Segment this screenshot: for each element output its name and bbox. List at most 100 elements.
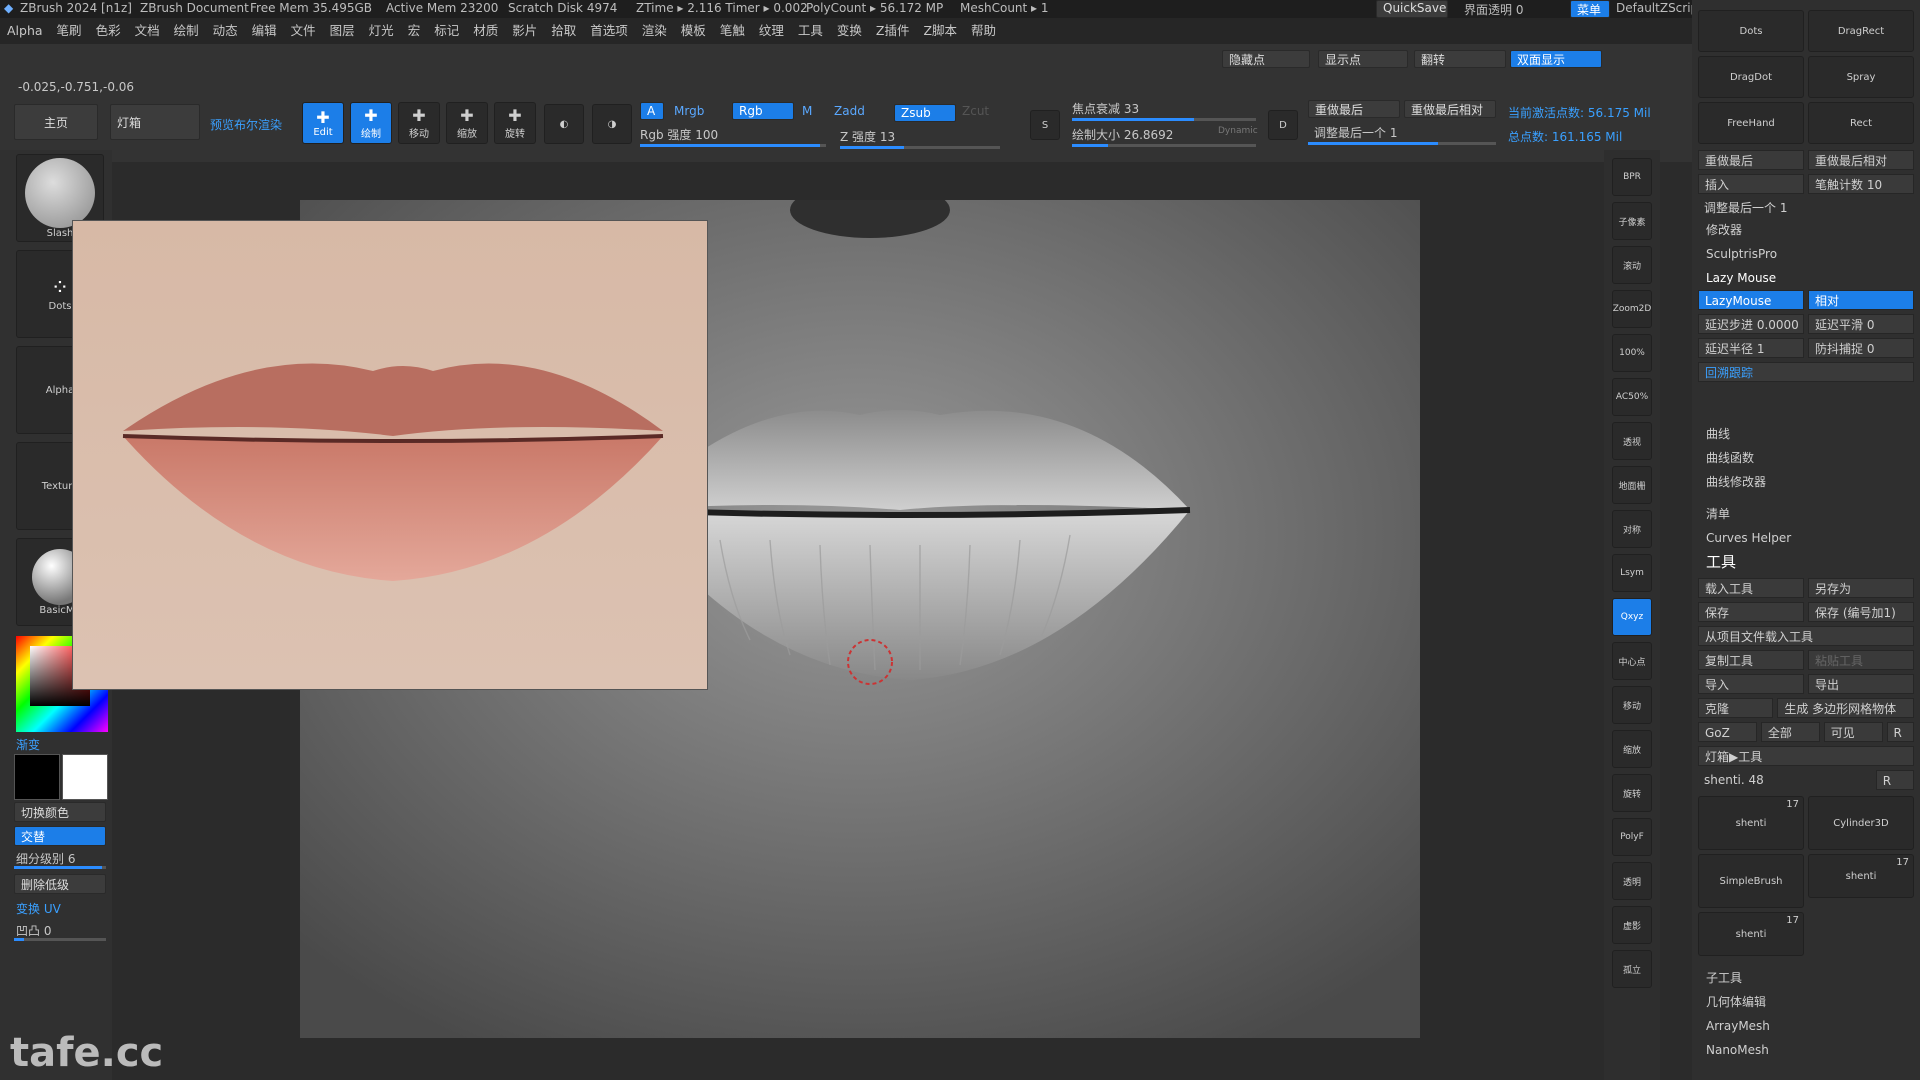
sculptris-pro-section[interactable]: SculptrisPro <box>1692 242 1920 266</box>
menu-item[interactable]: Z脚本 <box>916 18 964 44</box>
menu-item[interactable]: Z插件 <box>869 18 917 44</box>
z-intensity-slider[interactable] <box>840 146 1000 149</box>
tool-edit[interactable]: ✚ Edit <box>302 102 344 144</box>
redo-last-relative-button[interactable]: 重做最后相对 <box>1404 100 1496 118</box>
menu-item[interactable]: 图层 <box>323 18 362 44</box>
rp-redo-relative[interactable]: 重做最后相对 <box>1808 150 1914 170</box>
rp-redo-last[interactable]: 重做最后 <box>1698 150 1804 170</box>
trace-button[interactable]: 回溯跟踪 <box>1698 362 1914 382</box>
rp-adjust-last[interactable]: 调整最后一个 1 <box>1698 198 1914 218</box>
lazy-smooth-slider[interactable]: 延迟平滑 0 <box>1808 314 1914 334</box>
goz-button[interactable]: GoZ <box>1698 722 1757 742</box>
menu-item[interactable]: 首选项 <box>583 18 635 44</box>
curve-functions-section[interactable]: 曲线函数 <box>1692 446 1920 470</box>
redo-last-button[interactable]: 重做最后 <box>1308 100 1400 118</box>
stroke-dots[interactable]: Dots <box>1698 10 1804 52</box>
clone-button[interactable]: 克隆 <box>1698 698 1774 718</box>
menu-button[interactable]: 菜单 <box>1570 0 1610 18</box>
arraymesh-section[interactable]: ArrayMesh <box>1692 1014 1920 1038</box>
adjust-last-slider[interactable] <box>1308 142 1496 145</box>
zsub-button[interactable]: Zsub <box>894 104 956 122</box>
make-polymesh-button[interactable]: 生成 多边形网格物体 <box>1777 698 1914 718</box>
color-swirl-icon[interactable]: ◑ <box>592 104 632 144</box>
nanomesh-section[interactable]: NanoMesh <box>1692 1038 1920 1062</box>
lazy-radius-slider[interactable]: 延迟半径 1 <box>1698 338 1804 358</box>
load-from-project-button[interactable]: 从项目文件载入工具 <box>1698 626 1914 646</box>
shelf-8[interactable]: 对称 <box>1612 510 1652 548</box>
menu-item[interactable]: 编辑 <box>245 18 284 44</box>
lazy-step-slider[interactable]: 延迟步进 0.0000 <box>1698 314 1804 334</box>
copy-tool-button[interactable]: 复制工具 <box>1698 650 1804 670</box>
menu-item[interactable]: 标记 <box>427 18 466 44</box>
goz-visible-button[interactable]: 可见 <box>1823 722 1883 742</box>
menu-item[interactable]: 灯光 <box>362 18 401 44</box>
backtrack-slider[interactable]: 防抖捕捉 0 <box>1808 338 1914 358</box>
dynamic-label[interactable]: Dynamic <box>1218 126 1258 136</box>
tool-r-button[interactable]: R <box>1875 770 1914 790</box>
alternate-button[interactable]: 交替 <box>14 826 106 846</box>
menu-item[interactable]: 宏 <box>401 18 428 44</box>
stroke-count-slider[interactable]: 笔触计数 10 <box>1808 174 1914 194</box>
ui-transparency[interactable]: 界面透明 0 <box>1464 1 1523 18</box>
bump-slider[interactable] <box>14 938 106 941</box>
tool-thumbnail[interactable]: shenti 17 <box>1698 912 1804 956</box>
tool-rotate[interactable]: ✚ 旋转 <box>494 102 536 144</box>
dynamic-d-icon[interactable]: D <box>1268 110 1298 140</box>
m-button[interactable]: M <box>802 104 812 118</box>
goz-r-button[interactable]: R <box>1886 722 1914 742</box>
show-points-button[interactable]: 显示点 <box>1318 50 1408 68</box>
quicksave-button[interactable]: QuickSave <box>1376 0 1448 18</box>
menu-item[interactable]: 动态 <box>206 18 245 44</box>
shelf-7[interactable]: 地面栅 <box>1612 466 1652 504</box>
tool-draw[interactable]: ✚ 绘制 <box>350 102 392 144</box>
stroke-freehand[interactable]: FreeHand <box>1698 102 1804 144</box>
secondary-color-swatch[interactable] <box>62 754 108 800</box>
hide-points-button[interactable]: 隐藏点 <box>1222 50 1310 68</box>
default-zscript[interactable]: DefaultZScript <box>1616 1 1703 15</box>
lazy-mouse-section[interactable]: Lazy Mouse <box>1692 266 1920 290</box>
load-tool-button[interactable]: 载入工具 <box>1698 578 1804 598</box>
menu-item[interactable]: 工具 <box>791 18 830 44</box>
shelf-2[interactable]: 滚动 <box>1612 246 1652 284</box>
tool-palette-title[interactable]: 工具 <box>1692 550 1920 574</box>
shelf-9[interactable]: Lsym <box>1612 554 1652 592</box>
a-button[interactable]: A <box>640 102 664 120</box>
preview-render-button[interactable]: 预览布尔渲染 <box>210 116 282 133</box>
stroke-rect[interactable]: Rect <box>1808 102 1914 144</box>
shelf-16[interactable]: 透明 <box>1612 862 1652 900</box>
switch-color-button[interactable]: 切换颜色 <box>14 802 106 822</box>
save-increment-button[interactable]: 保存 (编号加1) <box>1808 602 1914 622</box>
list-section[interactable]: 清单 <box>1692 502 1920 526</box>
paste-tool-button[interactable]: 粘贴工具 <box>1808 650 1914 670</box>
tool-thumbnail[interactable]: Cylinder3D <box>1808 796 1914 850</box>
home-button[interactable]: 主页 <box>14 104 98 140</box>
uv-switch-button[interactable]: 变换 UV <box>16 900 61 917</box>
current-tool-slider[interactable]: shenti. 48 <box>1698 770 1872 790</box>
shelf-13[interactable]: 缩放 <box>1612 730 1652 768</box>
curves-helper-section[interactable]: Curves Helper <box>1692 526 1920 550</box>
lazymouse-toggle[interactable]: LazyMouse <box>1698 290 1804 310</box>
zadd-button[interactable]: Zadd <box>834 104 865 118</box>
gradient-label[interactable]: 渐变 <box>16 736 40 753</box>
flip-button[interactable]: 翻转 <box>1414 50 1506 68</box>
zcut-button[interactable]: Zcut <box>962 104 989 118</box>
sphere-icon[interactable]: ◐ <box>544 104 584 144</box>
relative-toggle[interactable]: 相对 <box>1808 290 1914 310</box>
goz-all-button[interactable]: 全部 <box>1760 722 1820 742</box>
menu-item[interactable]: 模板 <box>674 18 713 44</box>
subdiv-level-slider[interactable] <box>14 866 106 869</box>
tool-thumbnail[interactable]: shenti 17 <box>1808 854 1914 898</box>
rgb-intensity-slider[interactable] <box>640 144 826 147</box>
shelf-3[interactable]: Zoom2D <box>1612 290 1652 328</box>
stroke-dragrect[interactable]: DragRect <box>1808 10 1914 52</box>
shelf-6[interactable]: 透视 <box>1612 422 1652 460</box>
shelf-17[interactable]: 虚影 <box>1612 906 1652 944</box>
geometry-section[interactable]: 几何体编辑 <box>1692 990 1920 1014</box>
insert-button[interactable]: 插入 <box>1698 174 1804 194</box>
shelf-18[interactable]: 孤立 <box>1612 950 1652 988</box>
double-sided-button[interactable]: 双面显示 <box>1510 50 1602 68</box>
menu-item[interactable]: 变换 <box>830 18 869 44</box>
menu-item[interactable]: 文档 <box>128 18 167 44</box>
save-as-button[interactable]: 另存为 <box>1808 578 1914 598</box>
menu-item[interactable]: 材质 <box>466 18 505 44</box>
